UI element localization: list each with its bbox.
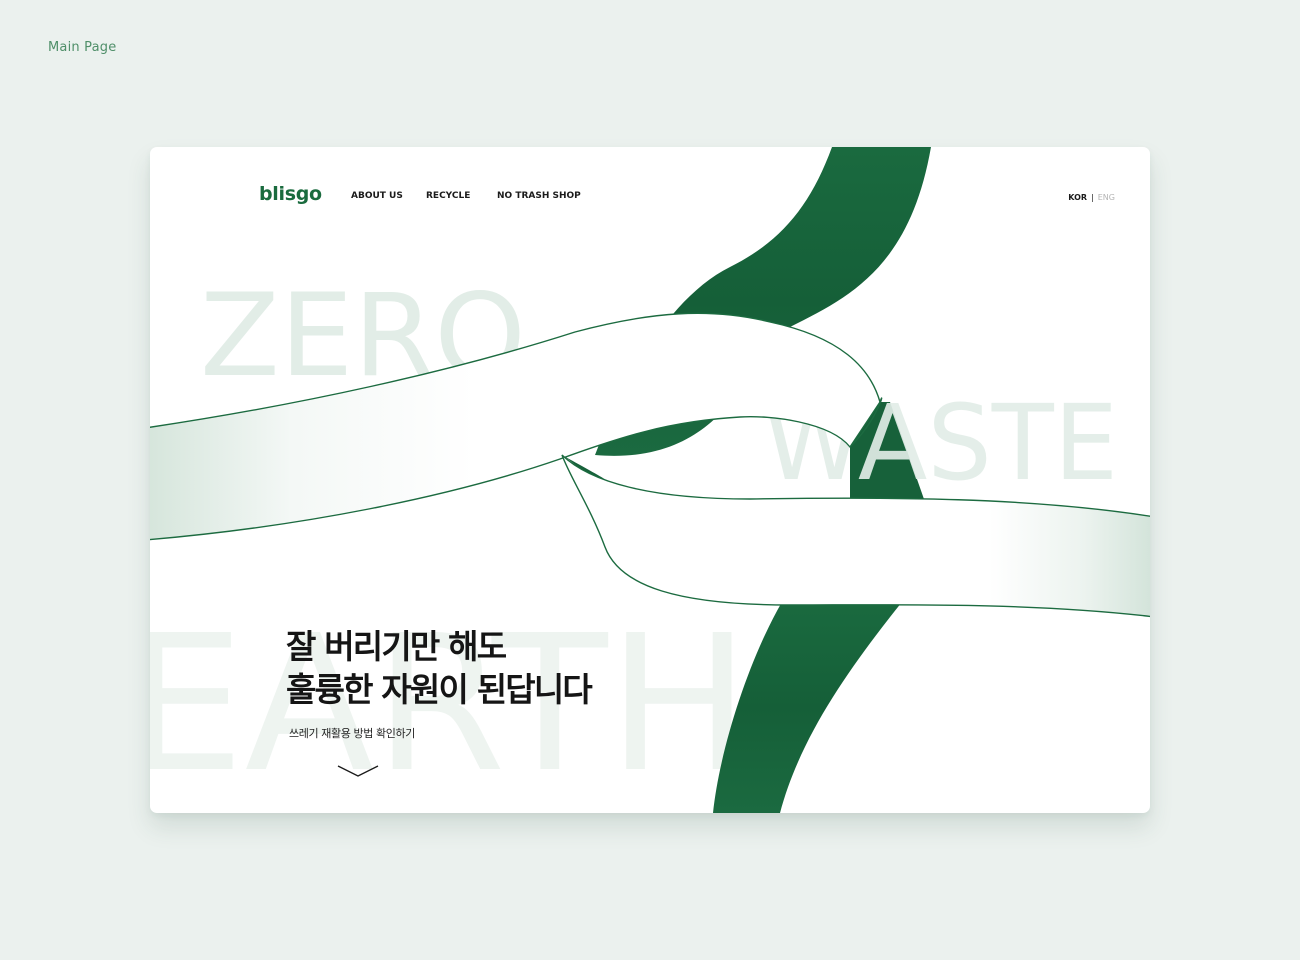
nav-recycle[interactable]: RECYCLE bbox=[426, 191, 470, 201]
hero-text-block: 잘 버리기만 해도 훌륭한 자원이 된답니다 쓰레기 재활용 방법 확인하기 bbox=[286, 625, 593, 741]
brand-logo[interactable]: blisgo bbox=[259, 183, 322, 205]
hero-headline-line-2: 훌륭한 자원이 된답니다 bbox=[286, 670, 593, 709]
website-mockup-card: ZERO EARTH WASTE blisgo ABOUT US RECYCLE… bbox=[150, 147, 1150, 813]
lang-kor-option[interactable]: KOR bbox=[1068, 193, 1087, 202]
lang-separator: | bbox=[1091, 193, 1094, 202]
chevron-down-icon[interactable] bbox=[336, 763, 380, 779]
page-caption: Main Page bbox=[48, 40, 117, 55]
language-switcher: KOR | ENG bbox=[1068, 193, 1115, 202]
lang-eng-option[interactable]: ENG bbox=[1098, 193, 1115, 202]
recycle-guide-link[interactable]: 쓰레기 재활용 방법 확인하기 bbox=[289, 725, 591, 741]
hero-headline-line-1: 잘 버리기만 해도 bbox=[286, 627, 507, 666]
hero-headline: 잘 버리기만 해도 훌륭한 자원이 된답니다 bbox=[286, 625, 593, 711]
nav-no-trash-shop[interactable]: NO TRASH SHOP bbox=[497, 191, 581, 201]
nav-about-us[interactable]: ABOUT US bbox=[351, 191, 403, 201]
site-header: blisgo ABOUT US RECYCLE NO TRASH SHOP KO… bbox=[150, 147, 1150, 247]
